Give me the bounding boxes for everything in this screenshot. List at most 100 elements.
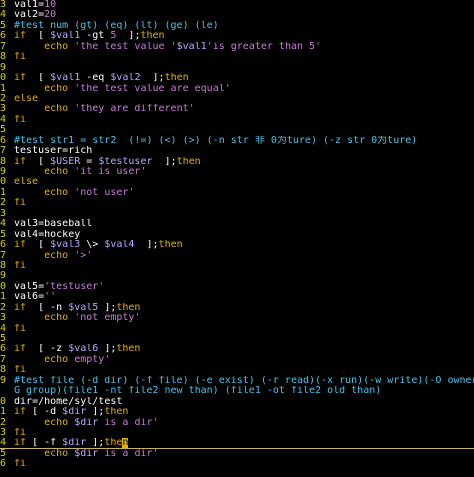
code-line[interactable]: 5	[0, 125, 474, 135]
code-token: fi	[14, 114, 27, 125]
line-number: 3	[0, 427, 7, 438]
code-token: if	[14, 31, 27, 42]
code-token: then	[176, 156, 201, 167]
code-line[interactable]: 3 val1=10	[0, 0, 474, 10]
code-token: -eq	[80, 73, 111, 84]
code-line[interactable]: 4 val2=20	[0, 10, 474, 20]
code-line[interactable]: 6 if [ $val1 -gt 5 ];then	[0, 31, 474, 41]
line-number: 8	[0, 52, 7, 63]
code-line[interactable]: 9	[0, 271, 474, 281]
code-token: then	[104, 407, 129, 418]
code-token: hockey	[44, 229, 81, 240]
code-token: '>'	[68, 250, 93, 261]
code-text: val2=20	[14, 10, 56, 20]
code-token: \>	[80, 240, 105, 251]
code-text: echo '>'	[14, 251, 92, 261]
code-line[interactable]: 9	[0, 63, 474, 73]
code-line[interactable]: 3 echo 'not empty'	[0, 313, 474, 323]
code-token: $val3	[50, 240, 81, 251]
code-line[interactable]: 2 else	[0, 94, 474, 104]
code-line[interactable]: 7 echo 'the test value '$val1'is greater…	[0, 42, 474, 52]
code-token: else	[14, 177, 39, 188]
code-line[interactable]: 1 echo 'not user'	[0, 188, 474, 198]
code-token: $dir	[74, 417, 99, 428]
code-line[interactable]: 6 if [ $val3 \> $val4 ];then	[0, 240, 474, 250]
code-token: fi	[14, 198, 27, 209]
code-token: echo	[44, 167, 69, 177]
code-token: then	[140, 31, 165, 42]
code-line[interactable]: 7 echo '>'	[0, 251, 474, 261]
code-line[interactable]: 8 fi	[0, 365, 474, 375]
code-token: then	[116, 344, 141, 355]
code-line[interactable]: 2 if [ -n $val5 ];then	[0, 303, 474, 313]
code-text: echo empty'	[14, 355, 110, 365]
line-number: 0	[0, 281, 7, 292]
code-token: /home/syl/test	[38, 396, 123, 407]
code-line[interactable]: 4 if [ -f $dir ];then	[0, 438, 474, 449]
code-line[interactable]: 1 if [ -d $dir ];then	[0, 407, 474, 417]
code-line[interactable]: 8 fi	[0, 52, 474, 62]
code-line[interactable]: 0 val5='testuser'	[0, 282, 474, 292]
line-number: 2	[0, 417, 7, 428]
line-number: 2	[0, 302, 7, 313]
code-line[interactable]: 6 fi	[0, 459, 474, 469]
code-text: if [ $USER = $testuser ];then	[14, 157, 201, 167]
line-number: 9	[0, 271, 7, 282]
code-token: [ -d	[26, 407, 63, 418]
terminal-editor[interactable]: 3 val1=10 4 val2=20 5 #test num (gt) (eq) (lt…	[0, 0, 474, 477]
code-line[interactable]: 8 if [ $USER = $testuser ];then	[0, 157, 474, 167]
code-text: echo $dir is a dir'	[14, 449, 158, 459]
code-text: if [ $val1 -gt 5 ];then	[14, 31, 165, 41]
code-line[interactable]: 0 if [ $val1 -eq $val2 ];then	[0, 73, 474, 83]
code-line[interactable]: 3 echo 'they are different'	[0, 104, 474, 114]
code-line[interactable]: 7 testuser=rich	[0, 146, 474, 156]
code-text: #test num (gt) (eq) (lt) (ge) (le)	[14, 21, 219, 31]
code-line[interactable]: 1 val6=''	[0, 292, 474, 302]
code-line[interactable]: 6 #test str1 = str2 (!=) (<) (>) (-n str …	[0, 136, 474, 146]
code-line[interactable]: 0 dir=/home/syl/test	[0, 397, 474, 407]
code-line[interactable]: 7 echo empty'	[0, 355, 474, 365]
code-line[interactable]: 8 fi	[0, 261, 474, 271]
code-line[interactable]: 9 #test file (-d dir) (-f file) (-e exist…	[0, 376, 474, 386]
code-line[interactable]: 4 fi	[0, 115, 474, 125]
code-line[interactable]: 2 echo $dir is a dir'	[0, 418, 474, 428]
code-token: $val4	[104, 240, 135, 251]
code-line[interactable]: 5 #test num (gt) (eq) (lt) (ge) (le)	[0, 21, 474, 31]
code-line[interactable]: 5	[0, 334, 474, 344]
code-line[interactable]: 4 val3=baseball	[0, 219, 474, 229]
code-line[interactable]: 9 echo 'it is user'	[0, 167, 474, 177]
code-text: fi	[14, 198, 26, 208]
text-cursor: n	[122, 438, 129, 449]
code-line[interactable]: 5 echo $dir is a dir'	[0, 449, 474, 459]
code-text: fi	[14, 115, 26, 125]
code-line[interactable]: 3	[0, 209, 474, 219]
code-line[interactable]: 0 else	[0, 177, 474, 187]
code-line[interactable]: 3 fi	[0, 428, 474, 438]
code-token: dir	[14, 396, 33, 407]
code-token: if	[14, 438, 27, 449]
line-number: 3	[0, 208, 7, 219]
code-token: ];	[134, 240, 159, 251]
code-line[interactable]: 5 val4=hockey	[0, 230, 474, 240]
code-line[interactable]: 2 fi	[0, 198, 474, 208]
code-token: then	[116, 302, 141, 313]
code-text: echo 'they are different'	[14, 104, 195, 114]
code-line[interactable]: 1 echo 'the test value are equal'	[0, 84, 474, 94]
code-token: val6	[14, 292, 39, 303]
code-token: ];	[116, 31, 141, 42]
code-token: ];	[86, 407, 105, 418]
code-text: val4=hockey	[14, 230, 80, 240]
code-text: val3=baseball	[14, 219, 92, 229]
code-line[interactable]: G group)(file1 -nt file2 new than) (file…	[0, 386, 474, 396]
code-text: #test str1 = str2 (!=) (<) (>) (-n str 非…	[14, 136, 417, 146]
code-line[interactable]: 6 if [ -z $val6 ];then	[0, 344, 474, 354]
code-line[interactable]: 4 fi	[0, 324, 474, 334]
line-number: 9	[0, 167, 7, 177]
code-text: fi	[14, 261, 26, 271]
line-number: 7	[0, 146, 7, 157]
